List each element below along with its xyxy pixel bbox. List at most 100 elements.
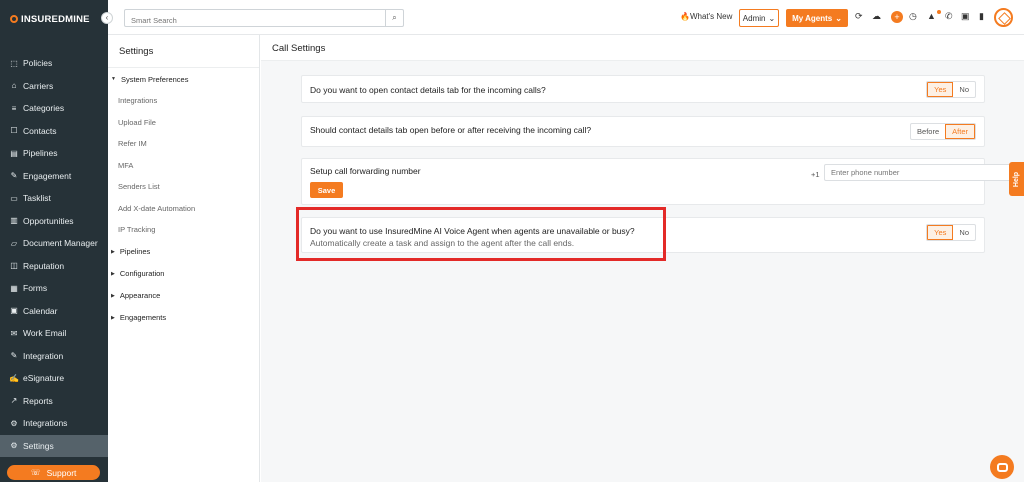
nav-item-engagement[interactable]: ✎ Engagement — [0, 165, 108, 188]
settings-title: Settings — [108, 35, 259, 68]
caret-right-icon: ▶ — [111, 270, 115, 277]
settings-item-mfa[interactable]: MFA — [108, 155, 259, 177]
nav-item-label: Pipelines — [23, 148, 58, 159]
nav-icon: ▤ — [10, 148, 18, 158]
nav-icon: ◫ — [10, 261, 18, 271]
bell-icon[interactable]: ▲ — [927, 11, 936, 21]
before-option[interactable]: Before — [911, 124, 945, 139]
role-select[interactable]: Admin ⌄ — [739, 9, 779, 27]
chevron-down-icon: ⌄ — [835, 13, 842, 23]
nav-icon: ▭ — [10, 193, 18, 203]
nav-icon: ✉ — [10, 328, 18, 338]
nav-item-reports[interactable]: ↗ Reports — [0, 390, 108, 413]
section-label: Pipelines — [119, 247, 151, 256]
yes-option[interactable]: Yes — [927, 82, 954, 97]
nav-icon: ✎ — [10, 351, 18, 361]
nav-item-reputation[interactable]: ◫ Reputation — [0, 255, 108, 278]
role-select-value: Admin — [742, 13, 766, 23]
smart-search: ⌕ — [124, 9, 404, 29]
setting-card-before-after: Should contact details tab open before o… — [301, 116, 985, 147]
nav-item-work-email[interactable]: ✉ Work Email — [0, 322, 108, 345]
settings-item-refer-im[interactable]: Refer IM — [108, 133, 259, 155]
no-option[interactable]: No — [953, 82, 975, 97]
nav-item-integration[interactable]: ✎ Integration — [0, 345, 108, 368]
chat-button[interactable] — [990, 455, 1014, 479]
highlight-box — [296, 207, 666, 261]
help-label: Help — [1013, 171, 1021, 187]
settings-section-configuration[interactable]: ▶ Configuration — [108, 263, 259, 285]
nav-item-opportunities[interactable]: ▥ Opportunities — [0, 210, 108, 233]
nav-item-categories[interactable]: ≡ Categories — [0, 97, 108, 120]
device-icon[interactable]: ▮ — [979, 11, 984, 22]
nav-item-pipelines[interactable]: ▤ Pipelines — [0, 142, 108, 165]
page-title: Call Settings — [261, 35, 1024, 61]
nav-item-label: Policies — [23, 58, 53, 69]
refresh-icon[interactable]: ⟳ — [855, 11, 863, 22]
nav-item-esignature[interactable]: ✍ eSignature — [0, 367, 108, 390]
nav-item-carriers[interactable]: ⌂ Carriers — [0, 75, 108, 98]
section-label: Engagements — [119, 313, 167, 322]
caret-right-icon: ▶ — [111, 314, 115, 321]
brand-logo[interactable]: INSUREDMINE — [0, 0, 108, 38]
clock-icon[interactable]: ◷ — [909, 11, 917, 22]
nav-item-label: Reputation — [23, 260, 65, 271]
nav-item-tasklist[interactable]: ▭ Tasklist — [0, 187, 108, 210]
settings-item-add-x-date-automation[interactable]: Add X-date Automation — [108, 198, 259, 220]
nav-icon: ✎ — [10, 171, 18, 181]
nav-icon: ≡ — [11, 103, 17, 113]
nav-item-label: Opportunities — [23, 215, 74, 226]
nav-item-label: Carriers — [23, 80, 54, 91]
chevron-down-icon: ⌄ — [768, 13, 776, 23]
nav-item-calendar[interactable]: ▣ Calendar — [0, 300, 108, 323]
whats-new-label: What's New — [689, 12, 733, 21]
save-button[interactable]: Save — [310, 182, 343, 198]
settings-section-system-preferences[interactable]: ▼ System Preferences — [108, 68, 259, 90]
settings-item-upload-file[interactable]: Upload File — [108, 112, 259, 134]
support-label: Support — [46, 467, 77, 478]
after-option[interactable]: After — [945, 124, 975, 139]
nav-item-label: Calendar — [23, 305, 58, 316]
caret-down-icon: ▼ — [111, 76, 116, 82]
chip-icon[interactable]: ▣ — [961, 11, 970, 22]
yes-no-toggle: Yes No — [926, 224, 976, 241]
country-code: +1 — [811, 170, 820, 179]
user-avatar[interactable] — [994, 8, 1013, 27]
nav-item-label: Work Email — [23, 328, 67, 339]
settings-item-ip-tracking[interactable]: IP Tracking — [108, 219, 259, 241]
logo-mark-icon — [10, 15, 18, 23]
setting-question: Setup call forwarding number — [310, 166, 421, 176]
my-agents-button[interactable]: My Agents ⌄ — [786, 9, 848, 27]
support-button[interactable]: ☏ Support — [7, 465, 100, 480]
whats-new-link[interactable]: 🔥What's New — [680, 12, 732, 21]
settings-section-appearance[interactable]: ▶ Appearance — [108, 285, 259, 307]
nav-item-label: eSignature — [23, 373, 65, 384]
add-icon[interactable]: + — [891, 11, 903, 23]
nav-icon: ⚙ — [10, 441, 18, 451]
settings-item-integrations[interactable]: Integrations — [108, 90, 259, 112]
nav-icon: ✍ — [9, 373, 19, 383]
nav-item-document-manager[interactable]: ▱ Document Manager — [0, 232, 108, 255]
nav-item-contacts[interactable]: ☐ Contacts — [0, 120, 108, 143]
phone-icon[interactable]: ✆ — [945, 11, 953, 22]
section-label: Configuration — [119, 269, 165, 278]
no-option[interactable]: No — [953, 225, 975, 240]
phone-number-input[interactable] — [824, 164, 1019, 181]
nav-item-settings[interactable]: ⚙ Settings — [0, 434, 108, 457]
nav-item-forms[interactable]: ▦ Forms — [0, 277, 108, 300]
settings-section-engagements[interactable]: ▶ Engagements — [108, 307, 259, 329]
help-tab[interactable]: Help — [1009, 162, 1024, 196]
nav-list: ⬚ Policies ⌂ Carriers ≡ Categories ☐ Contacts ▤ P… — [0, 52, 108, 457]
nav-item-label: Engagement — [23, 170, 72, 181]
collapse-sidebar-button[interactable]: ‹ — [101, 12, 113, 24]
settings-section-pipelines[interactable]: ▶ Pipelines — [108, 241, 259, 263]
nav-item-policies[interactable]: ⬚ Policies — [0, 52, 108, 75]
nav-item-integrations[interactable]: ⚙ Integrations — [0, 412, 108, 435]
cloud-icon[interactable]: ☁ — [872, 11, 881, 22]
nav-icon: ☐ — [10, 126, 18, 136]
search-input[interactable] — [125, 12, 385, 29]
nav-icon: ▦ — [10, 283, 18, 293]
nav-icon: ▥ — [10, 216, 18, 226]
settings-item-senders-list[interactable]: Senders List — [108, 176, 259, 198]
yes-option[interactable]: Yes — [927, 225, 954, 240]
search-icon[interactable]: ⌕ — [385, 10, 403, 26]
